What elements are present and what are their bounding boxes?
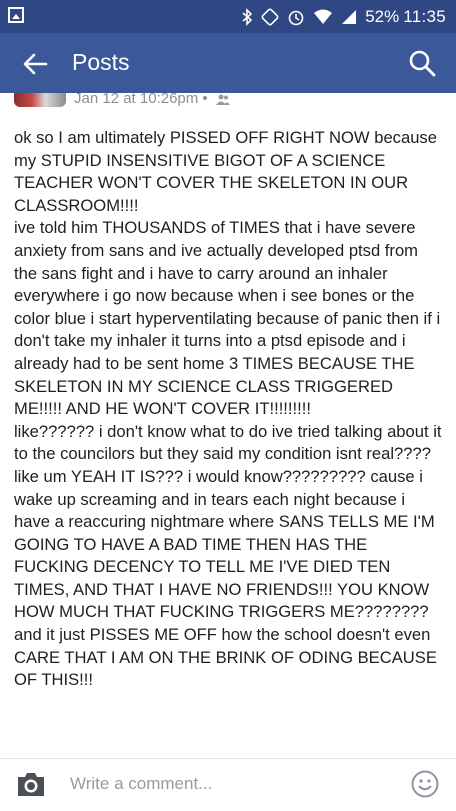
app-bar: Posts: [0, 33, 456, 93]
battery-level: 52%: [365, 6, 400, 26]
comment-input[interactable]: [70, 769, 390, 799]
emoji-icon[interactable]: [410, 769, 440, 799]
signal-icon: [342, 9, 357, 24]
wifi-icon: [314, 9, 333, 24]
clock: 11:35: [403, 6, 446, 26]
page-title: Posts: [72, 49, 130, 75]
search-icon[interactable]: [408, 49, 436, 77]
post-body: ok so I am ultimately PISSED OFF RIGHT N…: [14, 127, 444, 692]
status-bar: 52% 11:35: [0, 0, 456, 33]
post-text: ok so I am ultimately PISSED OFF RIGHT N…: [14, 128, 442, 690]
avatar[interactable]: [14, 93, 66, 107]
post-timestamp[interactable]: Jan 12 at 10:26pm •: [74, 93, 208, 107]
comment-bar: [0, 758, 456, 811]
friends-icon: [215, 94, 230, 105]
status-icons: [241, 7, 357, 26]
alarm-icon: [288, 10, 304, 25]
post-header: Jan 12 at 10:26pm •: [0, 93, 456, 111]
bluetooth-icon: [242, 7, 253, 26]
nfc-icon: [261, 8, 279, 25]
camera-icon[interactable]: [15, 768, 47, 800]
post-meta: Jan 12 at 10:26pm •: [74, 93, 230, 107]
back-arrow-icon[interactable]: [22, 51, 48, 77]
screenshot-icon: [8, 7, 24, 23]
